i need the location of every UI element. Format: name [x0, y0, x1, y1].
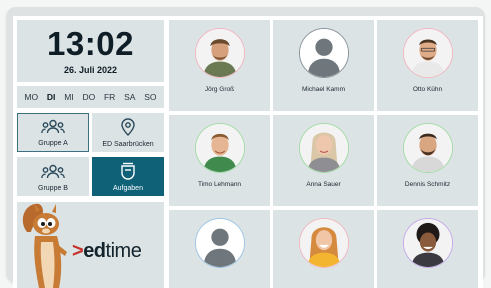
brand-panel: >edtime [17, 202, 164, 288]
weekday-di[interactable]: DI [47, 92, 56, 102]
weekday-sa[interactable]: SA [124, 92, 135, 102]
person-avatar [195, 28, 245, 78]
edtime-logo: >edtime [72, 240, 142, 262]
person-name: Jörg Groß [204, 86, 235, 93]
location-pin-icon [120, 118, 136, 138]
person-card[interactable]: Anna Sauer [273, 115, 374, 206]
person-card[interactable]: Michael Kamm [273, 20, 374, 111]
person-avatar [195, 218, 245, 268]
tasks-icon [120, 162, 136, 182]
person-avatar [403, 123, 453, 173]
group-a-button[interactable]: Gruppe A [17, 113, 89, 152]
clock-date: 26. Juli 2022 [63, 65, 118, 75]
person-card[interactable]: Dennis Schmitz [377, 115, 478, 206]
person-card[interactable] [377, 210, 478, 288]
kiosk-screen: 13:02 26. Juli 2022 MO DI MI DO FR SA SO… [13, 16, 483, 288]
placeholder-user-icon [196, 219, 244, 267]
person-card[interactable]: Otto Kühn [377, 20, 478, 111]
group-icon [41, 164, 65, 182]
tasks-label: Aufgaben [113, 185, 143, 192]
person-card[interactable] [273, 210, 374, 288]
person-avatar [195, 123, 245, 173]
person-card[interactable] [169, 210, 270, 288]
location-button[interactable]: ED Saarbrücken [92, 113, 164, 152]
person-name: Timo Lehmann [197, 181, 242, 188]
group-b-button[interactable]: Gruppe B [17, 157, 89, 196]
person-name: Otto Kühn [412, 86, 443, 93]
weekday-so[interactable]: SO [144, 92, 156, 102]
person-name: Michael Kamm [302, 86, 345, 93]
placeholder-user-icon [300, 29, 348, 77]
group-icon [41, 119, 65, 137]
squirrel-mascot [22, 203, 67, 288]
location-label: ED Saarbrücken [102, 141, 154, 148]
person-name: Anna Sauer [306, 181, 341, 188]
weekday-do[interactable]: DO [82, 92, 95, 102]
tasks-button[interactable]: Aufgaben [92, 157, 164, 196]
weekday-bar: MO DI MI DO FR SA SO [17, 86, 164, 108]
person-avatar [403, 218, 453, 268]
group-b-label: Gruppe B [38, 185, 68, 192]
clock-time: 13:02 [47, 25, 134, 62]
weekday-mi[interactable]: MI [64, 92, 73, 102]
group-a-label: Gruppe A [38, 140, 68, 147]
person-card[interactable]: Jörg Groß [169, 20, 270, 111]
person-avatar [403, 28, 453, 78]
person-avatar [299, 218, 349, 268]
person-card[interactable]: Timo Lehmann [169, 115, 270, 206]
weekday-mo[interactable]: MO [24, 92, 38, 102]
person-name: Dennis Schmitz [404, 181, 451, 188]
person-avatar [299, 123, 349, 173]
clock-panel: 13:02 26. Juli 2022 [17, 20, 164, 82]
person-avatar [299, 28, 349, 78]
weekday-fr[interactable]: FR [104, 92, 115, 102]
